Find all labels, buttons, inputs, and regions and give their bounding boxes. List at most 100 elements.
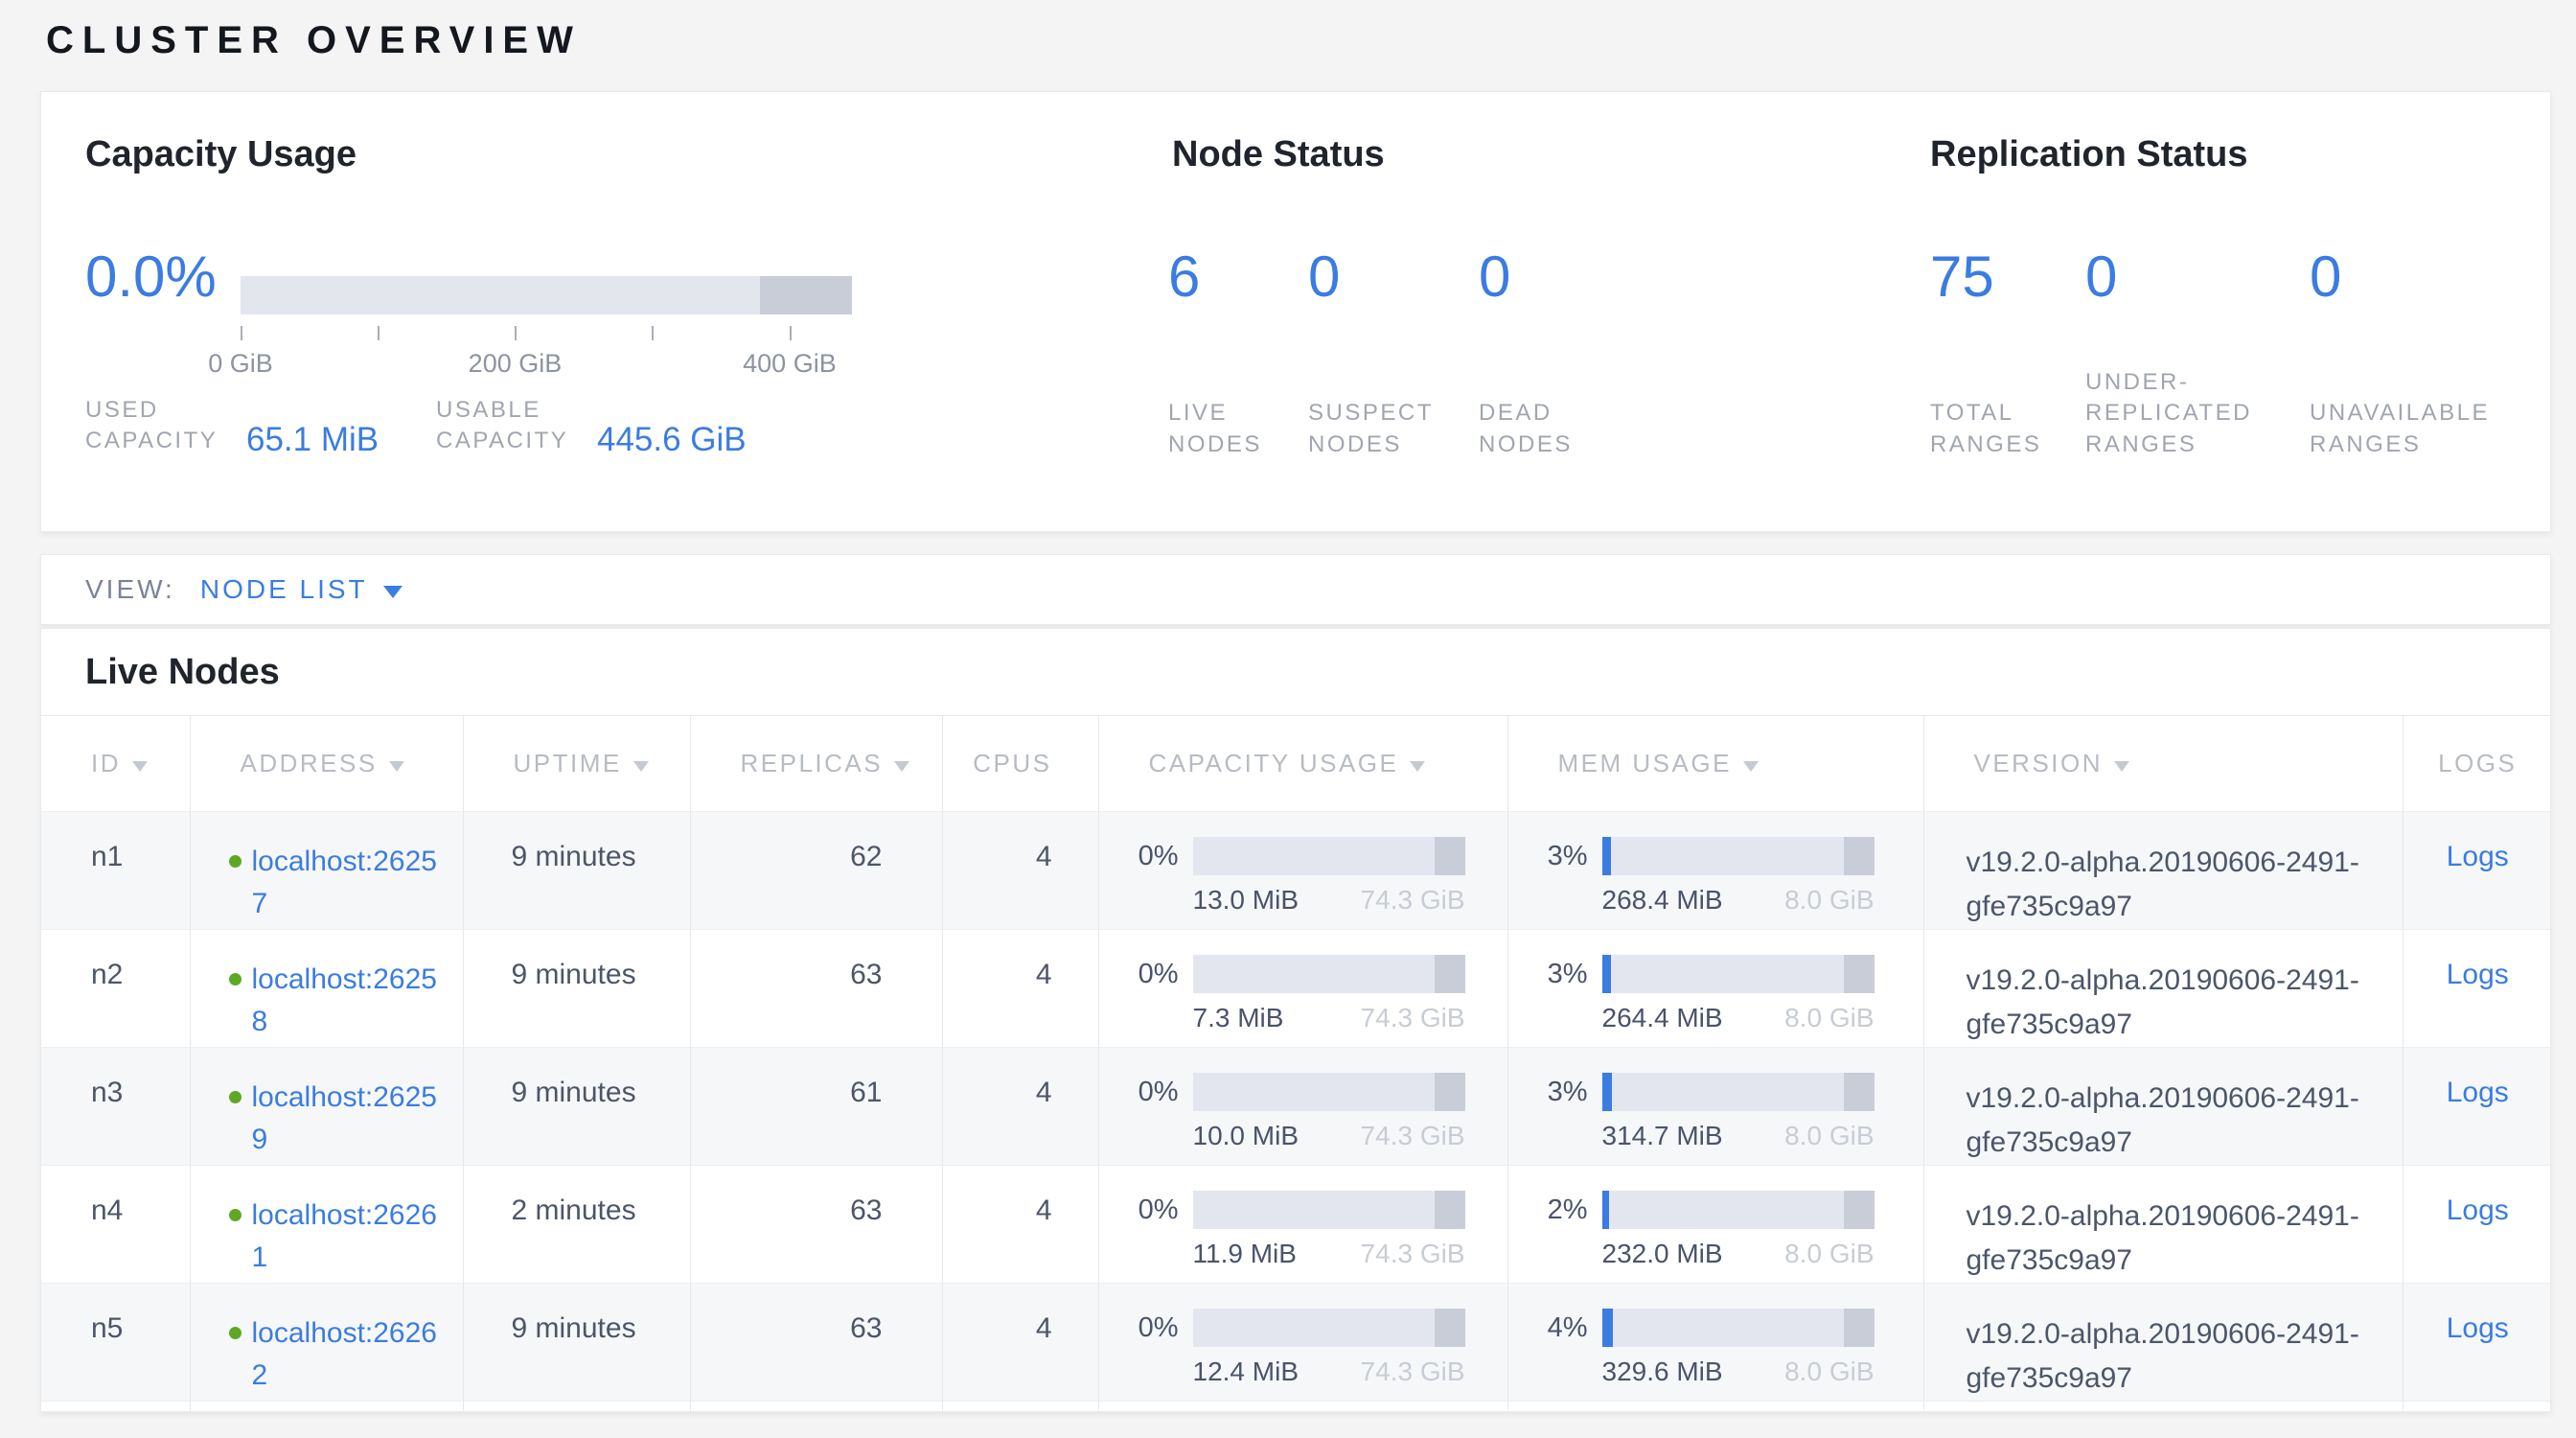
column-header-id[interactable]: ID [41,716,190,812]
column-header-version[interactable]: VERSION [1923,716,2403,812]
chevron-down-icon [383,586,402,598]
mem-usage-percent: 3% [1508,1073,1602,1151]
node-cpus: 4 [942,1284,1098,1402]
capacity-usage-bar [1193,1191,1465,1229]
dead-nodes-label: DEAD NODES [1479,398,1590,460]
total-ranges-value: 75 [1930,244,2037,310]
live-status-dot-icon [229,1091,242,1103]
dead-nodes-stat: 0 DEAD NODES [1479,244,1590,460]
node-cpus: 4 [942,1048,1098,1166]
node-address-link[interactable]: localhost:26262 [252,1312,449,1397]
logs-link[interactable]: Logs [2447,1312,2509,1344]
view-selector-dropdown[interactable]: NODE LIST [200,574,402,605]
column-header-logs: LOGS [2403,716,2551,812]
column-header-uptime[interactable]: UPTIME [463,716,690,812]
node-status-title: Node Status [1172,134,1385,175]
node-replicas: 61 [690,1048,942,1166]
capacity-usage-percent: 0.0% [85,244,217,310]
live-nodes-card: Live Nodes ID ADDRESS UPTIME REPLICAS CP… [40,628,2551,1412]
node-version: v19.2.0-alpha.20190606-2491-gfe735c9a97 [1923,930,2403,1048]
capacity-usage-meter: 0 GiB 200 GiB 400 GiB [241,276,852,314]
page-title: CLUSTER OVERVIEW [46,19,582,62]
mem-usage-fill [1602,837,1611,875]
live-status-dot-icon [229,855,242,868]
used-capacity-value: 65.1 MiB [246,421,379,459]
mem-usage-bar [1602,1191,1874,1229]
node-replicas: 63 [690,1166,942,1284]
mem-usage-percent: 2% [1508,1191,1602,1269]
column-header-mem-usage[interactable]: MEM USAGE [1507,716,1923,812]
live-nodes-title: Live Nodes [41,629,2550,715]
capacity-usage-meter: 0% 11.9 MiB 74.3 GiB [1099,1191,1507,1269]
live-nodes-stat: 6 LIVE NODES [1168,244,1260,460]
mem-used-value: 264.4 MiB [1602,1003,1723,1033]
mem-usage-percent: 4% [1508,1309,1602,1387]
axis-tick [652,326,654,340]
mem-usage-bar [1602,955,1874,993]
capacity-usage-percent: 0% [1099,955,1193,1033]
capacity-usage-title: Capacity Usage [85,134,356,175]
table-header-row: ID ADDRESS UPTIME REPLICAS CPUS CAPACITY… [41,716,2551,812]
capacity-used-value: 7.3 MiB [1193,1003,1284,1033]
mem-bar-reserved-segment [1844,1309,1874,1347]
replication-status-title: Replication Status [1930,134,2248,175]
node-replicas: 62 [690,812,942,930]
node-address-link[interactable]: localhost:26259 [252,1077,449,1161]
mem-usage-bar [1602,1073,1874,1111]
capacity-usage-meter: 0% 10.0 MiB 74.3 GiB [1099,1073,1507,1151]
suspect-nodes-label: SUSPECT NODES [1308,398,1431,460]
logs-link[interactable]: Logs [2447,1077,2509,1108]
node-address-link[interactable]: localhost:26258 [252,959,449,1043]
logs-link[interactable]: Logs [2447,1194,2509,1226]
node-id: n5 [41,1284,190,1402]
axis-tick-label: 400 GiB [743,349,837,379]
node-replicas: 63 [690,1284,942,1402]
live-nodes-label: LIVE NODES [1168,398,1260,460]
table-row: n2 localhost:26258 9 minutes 63 4 0% 7.3… [41,930,2551,1048]
column-header-replicas[interactable]: REPLICAS [690,716,942,812]
table-row-partial [41,1402,2551,1413]
total-ranges-label: TOTAL RANGES [1930,398,2037,460]
node-address-link[interactable]: localhost:26257 [252,841,449,925]
mem-usage-bar [1602,1309,1874,1347]
logs-link[interactable]: Logs [2447,841,2509,872]
mem-bar-reserved-segment [1844,1191,1874,1229]
column-header-address[interactable]: ADDRESS [190,716,463,812]
live-status-dot-icon [229,973,242,986]
mem-usage-percent: 3% [1508,837,1602,916]
table-row: n5 localhost:26262 9 minutes 63 4 0% 12.… [41,1284,2551,1402]
capacity-bar-reserved-segment [1435,1309,1465,1347]
dead-nodes-value: 0 [1479,244,1590,310]
node-uptime: 9 minutes [463,1048,690,1166]
under-replicated-ranges-label: UNDER-REPLICATED RANGES [2085,367,2262,460]
logs-link[interactable]: Logs [2447,959,2509,990]
sort-descending-icon [894,761,909,772]
capacity-bar-reserved-segment [760,276,852,314]
mem-usage-fill [1602,1191,1610,1229]
table-row: n3 localhost:26259 9 minutes 61 4 0% 10.… [41,1048,2551,1166]
node-cpus: 4 [942,930,1098,1048]
mem-max-value: 8.0 GiB [1784,1121,1874,1151]
view-label: VIEW: [85,574,175,605]
node-version: v19.2.0-alpha.20190606-2491-gfe735c9a97 [1923,812,2403,930]
capacity-max-value: 74.3 GiB [1361,1357,1465,1387]
node-cpus: 4 [942,1166,1098,1284]
usable-capacity-label: USABLE CAPACITY [436,395,582,455]
mem-max-value: 8.0 GiB [1784,1239,1874,1269]
total-ranges-stat: 75 TOTAL RANGES [1930,244,2037,460]
usable-capacity-value: 445.6 GiB [597,421,747,459]
capacity-max-value: 74.3 GiB [1361,1239,1465,1269]
capacity-usage-percent: 0% [1099,1309,1193,1387]
mem-usage-meter: 3% 264.4 MiB 8.0 GiB [1508,955,1923,1033]
capacity-usage-meter: 0% 13.0 MiB 74.3 GiB [1099,837,1507,916]
column-header-capacity-usage[interactable]: CAPACITY USAGE [1098,716,1507,812]
capacity-usage-bar [1193,955,1465,993]
capacity-max-value: 74.3 GiB [1361,1121,1465,1151]
node-address-link[interactable]: localhost:26261 [252,1194,449,1279]
mem-usage-bar [1602,837,1874,875]
capacity-bar [241,276,852,314]
sort-descending-icon [2114,761,2129,772]
node-id: n3 [41,1048,190,1166]
view-bar: VIEW: NODE LIST [40,554,2551,625]
sort-descending-icon [1410,761,1425,772]
